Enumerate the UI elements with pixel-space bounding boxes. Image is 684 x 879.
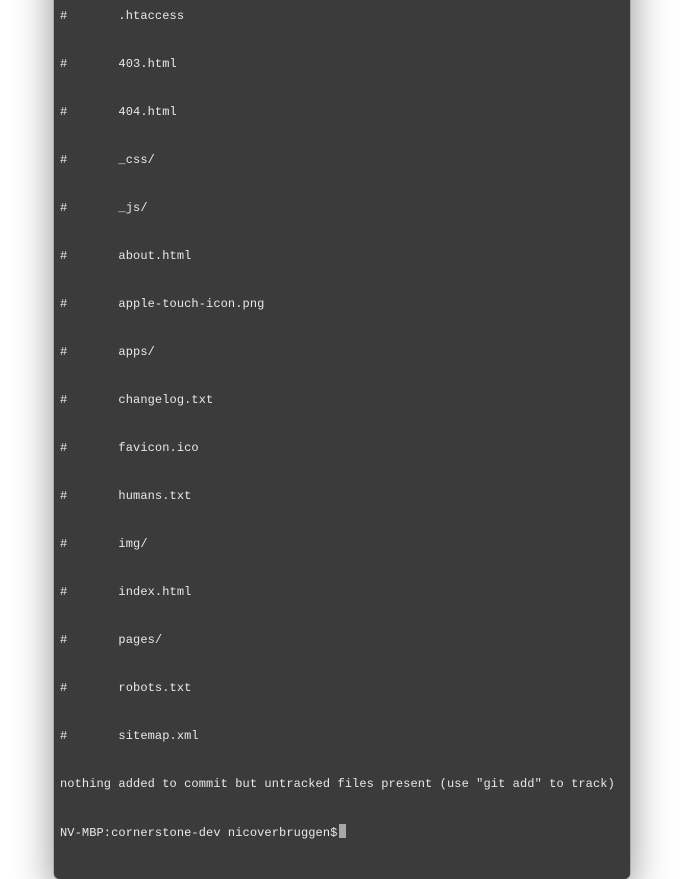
terminal-line: # about.html [60,248,624,264]
terminal-line: # apps/ [60,344,624,360]
terminal-line: # index.html [60,584,624,600]
terminal-line: # apple-touch-icon.png [60,296,624,312]
terminal-line: # img/ [60,536,624,552]
terminal-line: # pages/ [60,632,624,648]
terminal-line: # changelog.txt [60,392,624,408]
terminal-window: cornerstone-dev — bash — 80×24 bash # # … [54,0,630,879]
terminal-line: # robots.txt [60,680,624,696]
terminal-line: # favicon.ico [60,440,624,456]
terminal-line: # sitemap.xml [60,728,624,744]
cursor-icon [339,824,346,838]
terminal-line: # _css/ [60,152,624,168]
terminal-content[interactable]: # # Initial commit # # Untracked files: … [54,0,630,879]
terminal-line: # 404.html [60,104,624,120]
terminal-line: # .htaccess [60,8,624,24]
terminal-prompt: NV-MBP:cornerstone-dev nicoverbruggen$ [60,826,337,840]
terminal-line: # _js/ [60,200,624,216]
terminal-line: # 403.html [60,56,624,72]
terminal-prompt-line: NV-MBP:cornerstone-dev nicoverbruggen$ [60,824,624,841]
terminal-line: nothing added to commit but untracked fi… [60,776,624,792]
terminal-line: # humans.txt [60,488,624,504]
